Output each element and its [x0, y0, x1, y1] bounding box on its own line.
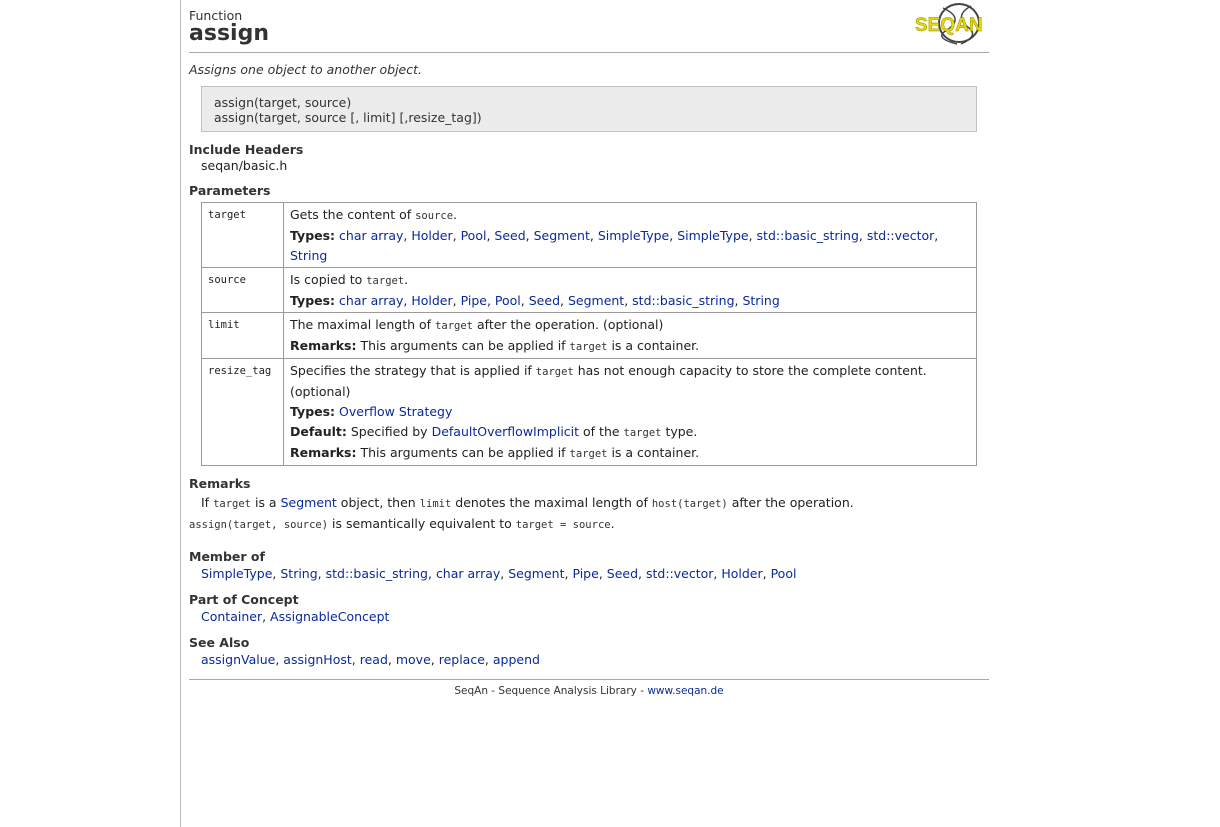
param-description: Is copied to target. Types: char array, … [283, 267, 977, 313]
section-heading-remarks: Remarks [189, 476, 251, 491]
remarks-section: Remarks If target is a Segment object, t… [189, 476, 989, 535]
logo-text: SEQAN [915, 15, 983, 36]
doc-link[interactable]: Pipe [572, 566, 598, 581]
table-row: resize_tag Specifies the strategy that i… [201, 358, 977, 466]
section-heading-see-also: See Also [189, 635, 250, 650]
types-links: char array, Holder, Pipe, Pool, Seed, Se… [339, 293, 780, 308]
include-header: seqan/basic.h [201, 158, 288, 173]
doc-link[interactable]: Container [201, 609, 262, 624]
doc-link[interactable]: String [742, 293, 779, 308]
param-name: resize_tag [201, 358, 284, 466]
see-also-links: assignValue, assignHost, read, move, rep… [201, 652, 540, 667]
param-description: Specifies the strategy that is applied i… [283, 358, 977, 466]
doc-link[interactable]: std::basic_string [326, 566, 428, 581]
section-heading-part-of-concept: Part of Concept [189, 592, 299, 607]
concept-links: Container, AssignableConcept [201, 609, 390, 624]
types-label: Types: [290, 228, 336, 243]
param-name: target [201, 202, 284, 268]
doc-link[interactable]: replace [439, 652, 485, 667]
section-heading-member-of: Member of [189, 549, 265, 564]
doc-link[interactable]: Seed [607, 566, 638, 581]
link-overflow-strategy[interactable]: Overflow Strategy [339, 404, 452, 419]
footer-text: SeqAn - Sequence Analysis Library - [454, 685, 648, 697]
doc-link[interactable]: Pool [771, 566, 797, 581]
doc-link[interactable]: assignValue [201, 652, 275, 667]
default-label: Default: [290, 424, 347, 439]
page-footer: SeqAn - Sequence Analysis Library - www.… [189, 679, 989, 697]
doc-link[interactable]: SimpleType [677, 228, 748, 243]
see-also-section: See Also assignValue, assignHost, read, … [189, 635, 989, 668]
doc-link[interactable]: std::vector [867, 228, 934, 243]
remark-line: assign(target, source) is semantically e… [189, 516, 615, 531]
doc-link[interactable]: append [493, 652, 540, 667]
doc-link[interactable]: String [280, 566, 317, 581]
doc-link[interactable]: Holder [411, 228, 452, 243]
doc-link[interactable]: SimpleType [598, 228, 669, 243]
include-section: Include Headers seqan/basic.h [189, 142, 989, 173]
doc-link[interactable]: std::vector [646, 566, 713, 581]
section-heading-parameters: Parameters [189, 183, 271, 198]
signature-line: assign(target, source [, limit] [,resize… [214, 110, 482, 125]
doc-link[interactable]: std::basic_string [632, 293, 734, 308]
remark-line: If target is a Segment object, then limi… [201, 495, 854, 510]
remarks-label: Remarks: [290, 445, 357, 460]
doc-link[interactable]: Segment [508, 566, 564, 581]
member-of-links: SimpleType, String, std::basic_string, c… [201, 566, 797, 581]
left-frame-divider [180, 0, 181, 827]
doc-link[interactable]: assignHost [283, 652, 351, 667]
remarks-body: If target is a Segment object, then limi… [189, 493, 989, 535]
doc-link[interactable]: read [360, 652, 388, 667]
doc-link[interactable]: Pool [461, 228, 487, 243]
param-description: The maximal length of target after the o… [283, 312, 977, 359]
parameters-table: target Gets the content of source. Types… [201, 202, 977, 466]
doc-link[interactable]: std::basic_string [757, 228, 859, 243]
types-links: char array, Holder, Pool, Seed, Segment,… [290, 228, 939, 263]
page-title: assign [189, 21, 269, 46]
table-row: limit The maximal length of target after… [201, 312, 977, 359]
doc-page: Function assign SEQAN Assigns one object… [189, 0, 989, 697]
doc-link[interactable]: char array [339, 228, 403, 243]
types-label: Types: [290, 404, 336, 419]
footer-link[interactable]: www.seqan.de [647, 685, 723, 697]
doc-link[interactable]: Seed [529, 293, 560, 308]
page-header: Function assign SEQAN [189, 0, 989, 53]
param-name: source [201, 267, 284, 313]
part-of-concept-section: Part of Concept Container, AssignableCon… [189, 592, 989, 625]
doc-link[interactable]: Segment [534, 228, 590, 243]
parameters-section: Parameters target Gets the content of so… [189, 183, 989, 466]
remarks-label: Remarks: [290, 338, 357, 353]
link-segment[interactable]: Segment [281, 495, 337, 510]
doc-link[interactable]: char array [339, 293, 403, 308]
doc-link[interactable]: char array [436, 566, 500, 581]
doc-link[interactable]: Segment [568, 293, 624, 308]
doc-link[interactable]: Seed [494, 228, 525, 243]
seqan-logo[interactable]: SEQAN [913, 2, 987, 46]
table-row: target Gets the content of source. Types… [201, 202, 977, 268]
doc-link[interactable]: move [396, 652, 431, 667]
signature-box: assign(target, source) assign(target, so… [201, 86, 977, 132]
param-name: limit [201, 312, 284, 359]
doc-link[interactable]: SimpleType [201, 566, 272, 581]
table-row: source Is copied to target. Types: char … [201, 267, 977, 313]
doc-link[interactable]: Holder [411, 293, 452, 308]
signature-line: assign(target, source) [214, 95, 352, 110]
doc-link[interactable]: Pool [495, 293, 521, 308]
doc-link[interactable]: AssignableConcept [270, 609, 389, 624]
function-summary: Assigns one object to another object. [189, 62, 422, 77]
link-default-overflow-implicit[interactable]: DefaultOverflowImplicit [432, 424, 579, 439]
types-label: Types: [290, 293, 336, 308]
doc-link[interactable]: Pipe [461, 293, 487, 308]
member-of-section: Member of SimpleType, String, std::basic… [189, 549, 989, 582]
doc-link[interactable]: Holder [721, 566, 762, 581]
param-description: Gets the content of source. Types: char … [283, 202, 977, 268]
doc-link[interactable]: String [290, 248, 327, 263]
section-heading-include: Include Headers [189, 142, 304, 157]
